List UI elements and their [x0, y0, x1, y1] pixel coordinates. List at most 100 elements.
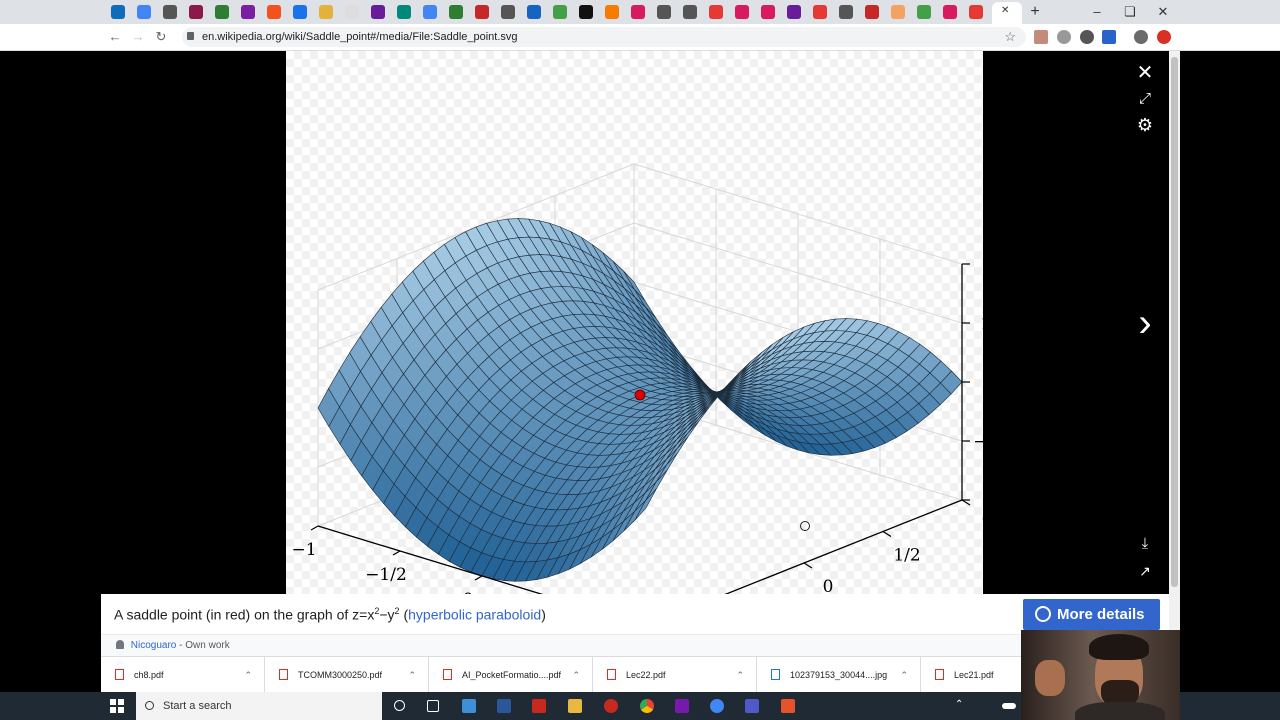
restore-button[interactable]: ❏: [1113, 2, 1147, 22]
new-tab-button[interactable]: +: [1026, 3, 1044, 21]
download-item[interactable]: Lec21.pdf: [921, 657, 1021, 693]
pdf-file-icon: [935, 669, 944, 680]
address-bar[interactable]: en.wikipedia.org/wiki/Saddle_point#/medi…: [182, 27, 1026, 47]
fullscreen-icon[interactable]: ⤢: [1133, 88, 1157, 110]
chevron-up-icon[interactable]: ⌃: [244, 657, 252, 693]
saddle-point-plot: −1−1−1−1/2−1/2−1/20001/21/21/2111: [291, 163, 1015, 660]
author-suffix: - Own work: [176, 640, 230, 651]
reload-icon[interactable]: ↻: [152, 28, 170, 46]
profile-avatar[interactable]: [1134, 30, 1148, 44]
cortana-icon[interactable]: [394, 700, 405, 711]
author-link[interactable]: Nicoguaro: [131, 640, 177, 651]
tab-favicon-icon[interactable]: [943, 5, 957, 19]
word-icon[interactable]: [497, 699, 511, 713]
chevron-up-icon[interactable]: ⌃: [736, 657, 744, 693]
taskbar-search-box[interactable]: Start a search: [136, 692, 382, 720]
chevron-up-icon[interactable]: ⌃: [572, 657, 580, 693]
active-tab[interactable]: ✕: [992, 2, 1022, 24]
file-explorer-icon[interactable]: [462, 699, 476, 713]
forward-icon[interactable]: →: [129, 28, 147, 46]
caption-text: ): [541, 606, 546, 623]
chevron-up-icon[interactable]: ⌃: [408, 657, 416, 693]
tab-favicon-icon[interactable]: [215, 5, 229, 19]
folder-icon[interactable]: [568, 699, 582, 713]
tab-favicon-icon[interactable]: [839, 5, 853, 19]
y-tick: [803, 562, 813, 569]
tab-favicon-icon[interactable]: [969, 5, 983, 19]
x-tick-label: −1: [291, 540, 316, 560]
tab-favicon-icon[interactable]: [241, 5, 255, 19]
download-filename: TCOMM3000250.pdf: [298, 670, 383, 680]
settings-gear-icon[interactable]: ⚙: [1133, 114, 1157, 136]
windows-start-icon[interactable]: [110, 699, 124, 713]
chrome-icon[interactable]: [640, 699, 654, 713]
tab-favicon-icon[interactable]: [917, 5, 931, 19]
download-item[interactable]: 102379153_30044....jpg ⌃: [757, 657, 921, 693]
onenote-icon[interactable]: [675, 699, 689, 713]
tab-favicon-icon[interactable]: [605, 5, 619, 19]
tab-favicon-icon[interactable]: [475, 5, 489, 19]
tab-favicon-icon[interactable]: [345, 5, 359, 19]
tab-favicon-icon[interactable]: [267, 5, 281, 19]
user-icon: [116, 640, 124, 649]
tab-favicon-icon[interactable]: [293, 5, 307, 19]
extension-icon[interactable]: [1057, 30, 1071, 44]
extension-icon[interactable]: [1102, 30, 1116, 44]
tab-favicon-icon[interactable]: [735, 5, 749, 19]
extension-icon[interactable]: [1080, 30, 1094, 44]
more-details-button[interactable]: More details: [1023, 599, 1160, 630]
chrome-icon[interactable]: [710, 699, 724, 713]
download-item[interactable]: Lec22.pdf ⌃: [593, 657, 757, 693]
extension-icon[interactable]: [1034, 30, 1048, 44]
app-icon[interactable]: [604, 699, 618, 713]
tab-favicon-icon[interactable]: [787, 5, 801, 19]
tab-favicon-icon[interactable]: [189, 5, 203, 19]
onedrive-icon[interactable]: [1002, 703, 1016, 709]
download-item[interactable]: AI_PocketFormatio....pdf ⌃: [429, 657, 593, 693]
minimize-button[interactable]: –: [1080, 2, 1114, 22]
tab-favicon-icon[interactable]: [319, 5, 333, 19]
bookmark-star-icon[interactable]: ☆: [1004, 27, 1016, 47]
tab-favicon-icon[interactable]: [657, 5, 671, 19]
tab-favicon-icon[interactable]: [813, 5, 827, 19]
update-menu-icon[interactable]: [1157, 30, 1171, 44]
tab-favicon-icon[interactable]: [865, 5, 879, 19]
tab-favicon-icon[interactable]: [111, 5, 125, 19]
tab-favicon-icon[interactable]: [163, 5, 177, 19]
download-item[interactable]: TCOMM3000250.pdf ⌃: [265, 657, 429, 693]
tab-favicon-icon[interactable]: [631, 5, 645, 19]
next-image-icon[interactable]: ›: [1133, 303, 1157, 343]
scrollbar-thumb[interactable]: [1171, 57, 1178, 587]
tab-favicon-icon[interactable]: [553, 5, 567, 19]
tab-favicon-icon[interactable]: [709, 5, 723, 19]
app-icon[interactable]: [781, 699, 795, 713]
tab-favicon-icon[interactable]: [683, 5, 697, 19]
download-item[interactable]: ch8.pdf ⌃: [101, 657, 265, 693]
hyperbolic-paraboloid-link[interactable]: hyperbolic paraboloid: [408, 607, 541, 623]
tab-favicon-icon[interactable]: [371, 5, 385, 19]
back-icon[interactable]: ←: [106, 28, 124, 46]
media-image[interactable]: −1−1−1−1/2−1/2−1/20001/21/21/2111: [286, 51, 1015, 660]
chevron-up-icon[interactable]: ⌃: [900, 657, 908, 693]
tray-chevron-icon[interactable]: ⌃: [955, 699, 969, 713]
window-close-button[interactable]: ✕: [1146, 2, 1180, 22]
download-icon[interactable]: ⤓: [1133, 533, 1157, 555]
teams-icon[interactable]: [745, 699, 759, 713]
tab-favicon-icon[interactable]: [761, 5, 775, 19]
close-tab-icon[interactable]: ✕: [1001, 5, 1009, 16]
caption-bar: A saddle point (in red) on the graph of …: [101, 594, 1169, 634]
task-view-icon[interactable]: [427, 700, 439, 712]
lock-icon: [187, 32, 194, 40]
tab-favicon-icon[interactable]: [423, 5, 437, 19]
acrobat-icon[interactable]: [532, 699, 546, 713]
tab-favicon-icon[interactable]: [137, 5, 151, 19]
share-icon[interactable]: ↗: [1133, 560, 1157, 582]
tab-favicon-icon[interactable]: [501, 5, 515, 19]
tab-favicon-icon[interactable]: [397, 5, 411, 19]
close-viewer-icon[interactable]: ✕: [1133, 62, 1157, 84]
tab-favicon-icon[interactable]: [527, 5, 541, 19]
tab-favicon-icon[interactable]: [579, 5, 593, 19]
page-scrollbar[interactable]: [1169, 51, 1180, 630]
tab-favicon-icon[interactable]: [891, 5, 905, 19]
tab-favicon-icon[interactable]: [449, 5, 463, 19]
